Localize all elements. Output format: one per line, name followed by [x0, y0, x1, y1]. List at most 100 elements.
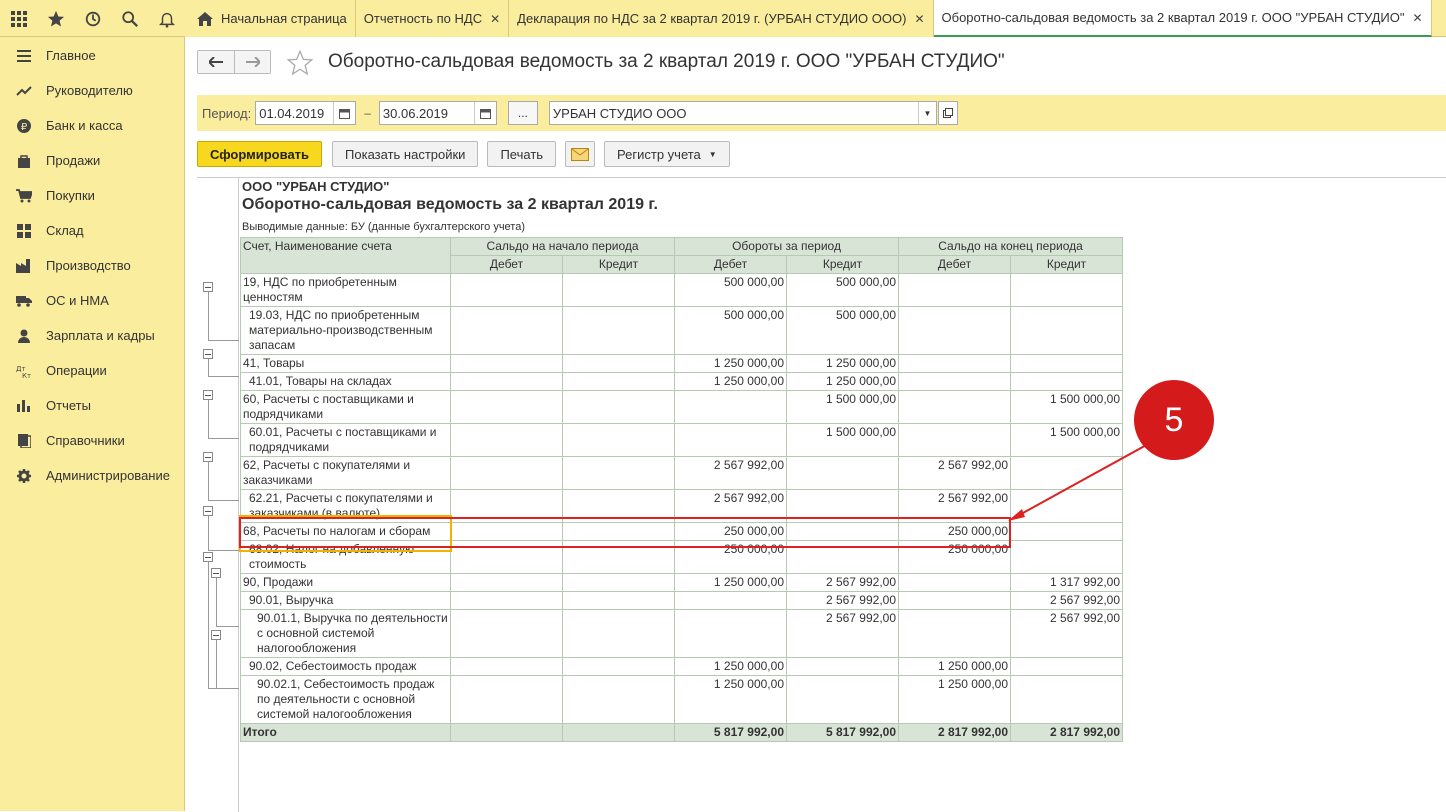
table-cell[interactable]	[898, 372, 1012, 391]
calendar-icon[interactable]	[333, 102, 355, 124]
show-settings-button[interactable]: Показать настройки	[332, 141, 479, 167]
table-cell[interactable]	[562, 306, 675, 355]
table-cell[interactable]	[450, 489, 563, 523]
tab-home[interactable]: Начальная страница	[185, 0, 356, 37]
table-cell[interactable]	[1010, 372, 1124, 391]
table-cell[interactable]: 1 250 000,00	[898, 657, 1012, 676]
sidebar-item-administration[interactable]: Администрирование	[0, 458, 184, 493]
table-cell[interactable]: 2 567 992,00	[898, 489, 1012, 523]
table-cell[interactable]	[674, 423, 787, 457]
sidebar-item-sales[interactable]: Продажи	[0, 143, 184, 178]
table-cell[interactable]	[562, 573, 675, 592]
search-icon[interactable]	[111, 0, 148, 37]
table-cell[interactable]	[562, 456, 675, 490]
collapse-icon[interactable]	[211, 630, 221, 640]
table-cell[interactable]: 2 567 992,00	[785, 591, 900, 610]
table-cell[interactable]	[450, 573, 563, 592]
tab-trial-balance[interactable]: Оборотно-сальдовая ведомость за 2 кварта…	[933, 0, 1432, 37]
account-name-cell[interactable]: 41.01, Товары на складах	[240, 372, 451, 391]
table-cell[interactable]: 1 250 000,00	[785, 354, 900, 373]
table-cell[interactable]	[562, 591, 675, 610]
table-cell[interactable]	[674, 390, 787, 424]
dropdown-arrow-icon[interactable]: ▼	[917, 102, 936, 124]
table-cell[interactable]: 2 567 992,00	[898, 456, 1012, 490]
table-cell[interactable]: 1 250 000,00	[674, 675, 787, 724]
collapse-icon[interactable]	[203, 349, 213, 359]
table-cell[interactable]	[898, 609, 1012, 658]
table-cell[interactable]	[562, 609, 675, 658]
table-cell[interactable]	[450, 306, 563, 355]
table-cell[interactable]	[898, 423, 1012, 457]
sidebar-item-production[interactable]: Производство	[0, 248, 184, 283]
sidebar-item-manager[interactable]: Руководителю	[0, 73, 184, 108]
accounting-register-button[interactable]: Регистр учета ▼	[604, 141, 730, 167]
email-button[interactable]	[565, 141, 596, 167]
table-cell[interactable]: 250 000,00	[674, 522, 787, 541]
forward-button[interactable]	[234, 51, 270, 73]
table-cell[interactable]: 250 000,00	[898, 540, 1012, 574]
sidebar-item-main[interactable]: Главное	[0, 38, 184, 73]
table-cell[interactable]: 2 567 992,00	[785, 609, 900, 658]
account-name-cell[interactable]: 19.03, НДС по приобретенным материально-…	[240, 306, 451, 355]
account-name-cell[interactable]: 60.01, Расчеты с поставщиками и подрядчи…	[240, 423, 451, 457]
table-cell[interactable]	[785, 540, 900, 574]
account-name-cell[interactable]: 62, Расчеты с покупателями и заказчиками	[240, 456, 451, 490]
table-cell[interactable]	[450, 609, 563, 658]
sidebar-item-bank[interactable]: ₽ Банк и касса	[0, 108, 184, 143]
open-organization-button[interactable]	[937, 101, 958, 125]
table-cell[interactable]: 500 000,00	[674, 306, 787, 355]
table-cell[interactable]	[1010, 306, 1124, 355]
history-icon[interactable]	[74, 0, 111, 37]
table-cell[interactable]: 1 500 000,00	[785, 390, 900, 424]
table-cell[interactable]: 1 250 000,00	[674, 657, 787, 676]
table-cell[interactable]	[1010, 273, 1124, 307]
table-cell[interactable]	[562, 675, 675, 724]
table-cell[interactable]	[562, 522, 675, 541]
account-name-cell[interactable]: 90.01.1, Выручка по деятельности с основ…	[240, 609, 451, 658]
sidebar-item-fixed-assets[interactable]: ОС и НМА	[0, 283, 184, 318]
collapse-icon[interactable]	[203, 452, 213, 462]
account-name-cell[interactable]: 90.02, Себестоимость продаж	[240, 657, 451, 676]
account-name-cell[interactable]: 62.21, Расчеты с покупателями и заказчик…	[240, 489, 451, 523]
table-cell[interactable]: 2 567 992,00	[674, 456, 787, 490]
table-cell[interactable]	[1010, 354, 1124, 373]
sidebar-item-warehouse[interactable]: Склад	[0, 213, 184, 248]
table-cell[interactable]	[898, 306, 1012, 355]
generate-button[interactable]: Сформировать	[197, 141, 323, 167]
favorites-star-icon[interactable]	[37, 0, 74, 37]
favorite-star-icon[interactable]	[286, 49, 314, 79]
tab-vat-reporting[interactable]: Отчетность по НДС ✕	[355, 0, 510, 37]
table-cell[interactable]	[450, 390, 563, 424]
table-cell[interactable]: 1 250 000,00	[674, 573, 787, 592]
table-cell[interactable]	[898, 354, 1012, 373]
table-cell[interactable]: 1 500 000,00	[785, 423, 900, 457]
table-cell[interactable]: 1 250 000,00	[674, 354, 787, 373]
account-name-cell[interactable]: 90.02.1, Себестоимость продаж по деятель…	[240, 675, 451, 724]
table-cell[interactable]	[562, 540, 675, 574]
table-cell[interactable]: 1 500 000,00	[1010, 390, 1124, 424]
close-icon[interactable]: ✕	[1413, 11, 1423, 25]
date-from-field[interactable]: 01.04.2019	[255, 101, 357, 125]
sidebar-item-purchases[interactable]: Покупки	[0, 178, 184, 213]
table-cell[interactable]	[450, 675, 563, 724]
table-cell[interactable]	[562, 390, 675, 424]
table-cell[interactable]	[898, 573, 1012, 592]
table-cell[interactable]	[785, 522, 900, 541]
back-button[interactable]	[198, 51, 234, 73]
table-cell[interactable]	[1010, 657, 1124, 676]
table-cell[interactable]: 500 000,00	[674, 273, 787, 307]
apps-grid-icon[interactable]	[0, 0, 37, 37]
table-cell[interactable]	[1010, 675, 1124, 724]
table-cell[interactable]: 2 567 992,00	[674, 489, 787, 523]
table-cell[interactable]: 250 000,00	[674, 540, 787, 574]
collapse-icon[interactable]	[203, 552, 213, 562]
table-cell[interactable]	[562, 273, 675, 307]
table-cell[interactable]	[898, 390, 1012, 424]
date-to-field[interactable]: 30.06.2019	[378, 101, 497, 125]
account-name-cell[interactable]: 90, Продажи	[240, 573, 451, 592]
table-cell[interactable]	[562, 489, 675, 523]
sidebar-item-salary[interactable]: Зарплата и кадры	[0, 318, 184, 353]
table-cell[interactable]	[898, 273, 1012, 307]
table-cell[interactable]	[562, 657, 675, 676]
sidebar-item-directories[interactable]: Справочники	[0, 423, 184, 458]
